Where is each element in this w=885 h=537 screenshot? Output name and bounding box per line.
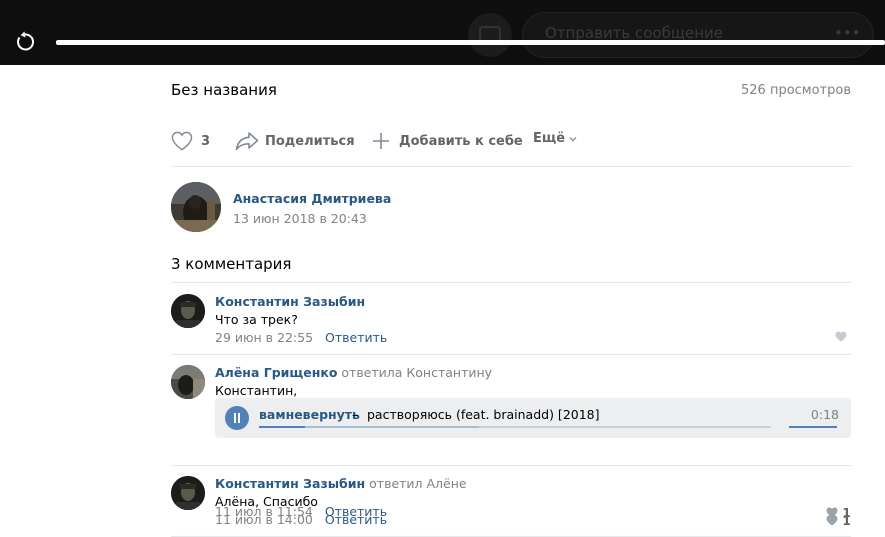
comment-text: Константин, bbox=[215, 383, 298, 398]
heart-icon bbox=[835, 331, 847, 342]
volume-slider[interactable] bbox=[789, 426, 837, 428]
comment-item: Константин Зазыбин ответил Алёне Алёна, … bbox=[171, 476, 851, 528]
view-count: 526 просмотров bbox=[741, 83, 851, 98]
commenter-name[interactable]: Алёна Грищенко bbox=[215, 365, 337, 380]
share-label: Поделиться bbox=[265, 133, 355, 149]
author-avatar[interactable] bbox=[171, 182, 221, 232]
comment-like-count: 1 bbox=[842, 513, 851, 528]
comments-count-heading: 3 комментария bbox=[171, 255, 292, 273]
action-bar: 3 Поделиться Добавить к себе Ещё bbox=[171, 131, 851, 153]
replay-icon bbox=[17, 31, 34, 51]
comment-header: Алёна Грищенко ответила Константину bbox=[215, 365, 492, 380]
commenter-name[interactable]: Константин Зазыбин bbox=[215, 294, 365, 309]
comment-header: Константин Зазыбин ответил Алёне bbox=[215, 476, 467, 491]
reply-to-text[interactable]: ответила Константину bbox=[341, 365, 492, 380]
commenter-name[interactable]: Константин Зазыбин bbox=[215, 476, 365, 491]
add-to-mine-button[interactable]: Добавить к себе bbox=[371, 131, 523, 151]
title-row: Без названия 526 просмотров bbox=[171, 81, 851, 103]
video-progress-bar[interactable] bbox=[56, 40, 885, 45]
audio-progress-bar[interactable] bbox=[259, 426, 771, 428]
like-count: 3 bbox=[201, 133, 211, 149]
audio-separator: – bbox=[352, 407, 359, 422]
chevron-down-icon bbox=[569, 136, 577, 141]
divider bbox=[171, 166, 851, 167]
divider bbox=[171, 465, 851, 466]
comment-meta: 11 июл в 14:00 Ответить bbox=[215, 512, 387, 527]
divider bbox=[171, 282, 851, 283]
comment-header: Константин Зазыбин bbox=[215, 294, 365, 309]
like-button[interactable]: 3 bbox=[171, 131, 210, 151]
commenter-avatar[interactable] bbox=[171, 476, 205, 510]
comment-date[interactable]: 29 июн в 22:55 bbox=[215, 330, 313, 345]
audio-title: растворяюсь (feat. brainadd) [2018] bbox=[367, 407, 600, 422]
audio-played-fill bbox=[259, 426, 306, 428]
share-button[interactable]: Поделиться bbox=[235, 131, 355, 151]
commenter-avatar[interactable] bbox=[171, 365, 205, 399]
divider bbox=[171, 354, 851, 355]
audio-artist[interactable]: вамневернуть bbox=[259, 407, 360, 422]
replay-button[interactable] bbox=[13, 30, 37, 54]
comment-text: Что за трек? bbox=[215, 312, 298, 327]
author-name[interactable]: Анастасия Дмитриева bbox=[233, 191, 391, 206]
reply-to-text[interactable]: ответил Алёне bbox=[369, 476, 466, 491]
heart-icon bbox=[826, 515, 838, 526]
comment-text: Алёна, Спасибо bbox=[215, 494, 318, 509]
more-label: Ещё bbox=[533, 131, 566, 146]
comment-date[interactable]: 11 июл в 14:00 bbox=[215, 512, 313, 527]
plus-icon bbox=[373, 133, 389, 149]
heart-icon bbox=[171, 131, 193, 151]
commenter-avatar[interactable] bbox=[171, 294, 205, 328]
video-player-bar: Отправить сообщение ••• bbox=[0, 0, 885, 65]
share-icon bbox=[235, 132, 259, 151]
comment-like-button[interactable]: 1 bbox=[826, 513, 851, 528]
pause-button[interactable] bbox=[225, 406, 249, 430]
volume-fill bbox=[789, 426, 837, 428]
publish-date: 13 июн 2018 в 20:43 bbox=[233, 211, 367, 226]
comment-item: Алёна Грищенко ответила Константину Конс… bbox=[171, 365, 851, 520]
reply-button[interactable]: Ответить bbox=[325, 512, 387, 527]
comment-meta: 29 июн в 22:55 Ответить bbox=[215, 330, 387, 345]
add-to-mine-label: Добавить к себе bbox=[399, 133, 523, 149]
audio-attachment: вамневернуть – растворяюсь (feat. braina… bbox=[215, 398, 851, 438]
reply-button[interactable]: Ответить bbox=[325, 330, 387, 345]
author-block: Анастасия Дмитриева 13 июн 2018 в 20:43 bbox=[171, 182, 851, 232]
comment-like-button[interactable] bbox=[835, 331, 851, 342]
audio-duration: 0:18 bbox=[810, 407, 839, 422]
video-title: Без названия bbox=[171, 81, 277, 99]
comment-item: Константин Зазыбин Что за трек? 29 июн в… bbox=[171, 294, 851, 346]
more-dropdown[interactable]: Ещё bbox=[533, 131, 578, 146]
